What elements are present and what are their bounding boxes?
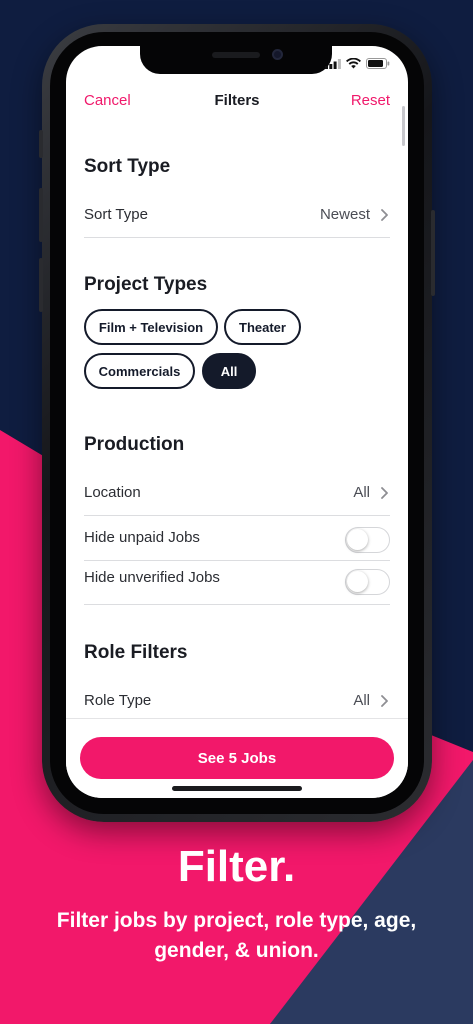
sort-type-value: Newest (319, 206, 370, 223)
role-type-label: Role Type (84, 692, 152, 709)
location-row[interactable]: Location All (84, 472, 390, 516)
hide-unverified-label: Hide unverified Jobs (84, 569, 220, 586)
see-jobs-button[interactable]: See 5 Jobs (80, 737, 394, 779)
home-indicator[interactable] (172, 786, 302, 791)
chip-film-television[interactable]: Film + Television (84, 309, 218, 345)
sort-type-row[interactable]: Sort Type Newest (84, 194, 390, 238)
phone-volume-up (39, 188, 43, 242)
hide-unpaid-row: Hide unpaid Jobs (84, 517, 390, 561)
chevron-right-icon (381, 209, 388, 221)
sort-type-label: Sort Type (84, 206, 148, 223)
hide-unpaid-toggle[interactable] (345, 527, 390, 553)
hide-unverified-row: Hide unverified Jobs (84, 561, 390, 605)
promo-subtitle: Filter jobs by project, role type, age, … (56, 909, 417, 962)
location-value: All (353, 484, 370, 501)
chevron-right-icon (381, 487, 388, 499)
production-section-title: Production (84, 434, 185, 455)
role-filters-section-title: Role Filters (84, 642, 188, 663)
hide-unpaid-label: Hide unpaid Jobs (84, 529, 200, 546)
camera-icon (272, 49, 283, 60)
project-types-section-title: Project Types (84, 274, 208, 295)
sort-section-title: Sort Type (84, 156, 171, 177)
signal-icon (325, 59, 341, 69)
notch (140, 46, 332, 74)
toggle-knob (347, 529, 368, 550)
app-screen: Filters Cancel Reset Sort Type Sort Type… (66, 46, 408, 798)
location-label: Location (84, 484, 141, 501)
wifi-icon (346, 58, 361, 69)
hide-unverified-toggle[interactable] (345, 569, 390, 595)
chevron-right-icon (381, 695, 388, 707)
speaker-grille (212, 52, 260, 58)
chip-all[interactable]: All (202, 353, 256, 389)
status-bar-icons (325, 58, 390, 69)
battery-icon (366, 58, 390, 69)
toggle-knob (347, 571, 368, 592)
phone-mute-switch (39, 130, 43, 158)
phone-power-button (431, 210, 435, 296)
chip-commercials[interactable]: Commercials (84, 353, 195, 389)
cancel-button[interactable]: Cancel (84, 92, 131, 109)
reset-button[interactable]: Reset (351, 92, 390, 109)
phone-volume-down (39, 258, 43, 312)
promo-title: Filter. (177, 842, 296, 891)
chip-theater[interactable]: Theater (224, 309, 301, 345)
role-type-value: All (353, 692, 370, 709)
nav-bar: Filters Cancel Reset (66, 90, 408, 114)
